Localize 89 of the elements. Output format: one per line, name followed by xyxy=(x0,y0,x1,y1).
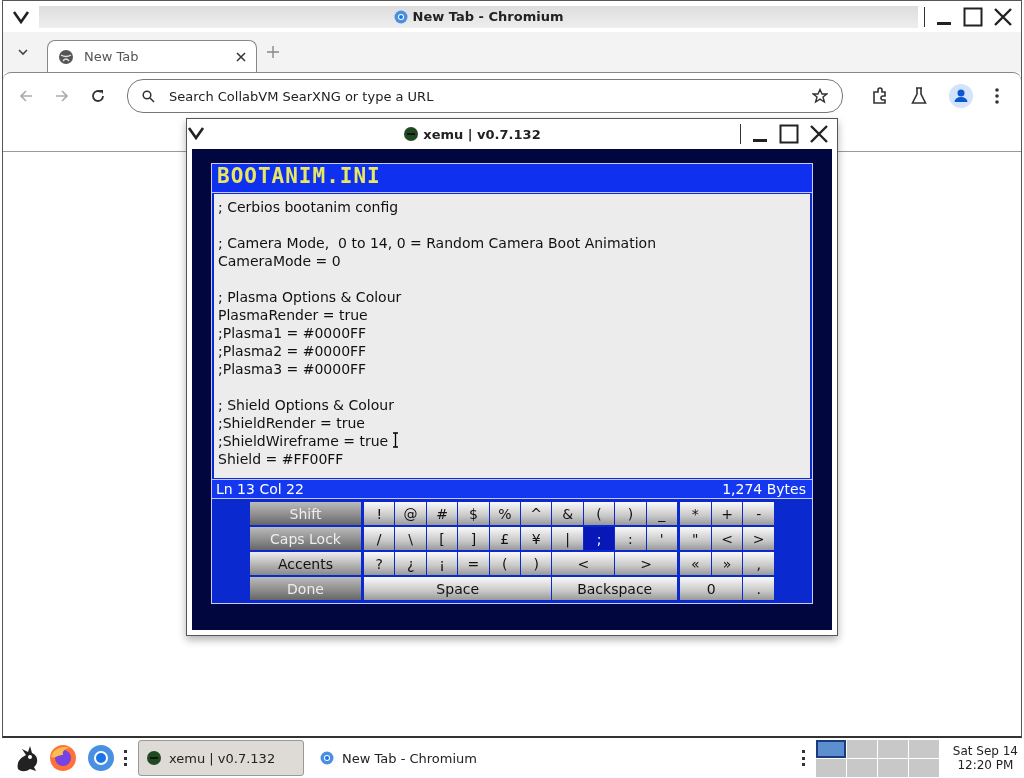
maximize-icon[interactable] xyxy=(779,124,799,144)
puzzle-icon[interactable] xyxy=(871,87,889,105)
keyboard-key[interactable]: ¿ xyxy=(395,552,426,575)
keyboard-key[interactable]: : xyxy=(615,527,646,550)
keyboard-key[interactable]: + xyxy=(711,502,743,525)
address-field[interactable]: Search CollabVM SearXNG or type a URL xyxy=(167,87,800,105)
keyboard-key[interactable]: £ xyxy=(489,527,520,550)
keyboard-key[interactable]: $ xyxy=(458,502,489,525)
keyboard-key[interactable]: < xyxy=(711,527,743,550)
window-title: xemu | v0.7.132 xyxy=(423,126,541,142)
flask-icon[interactable] xyxy=(911,87,927,105)
file-size: 1,274 Bytes xyxy=(722,481,806,497)
keyboard-key[interactable]: ( xyxy=(583,502,615,525)
star-icon[interactable] xyxy=(812,88,828,104)
keyboard-key[interactable]: , xyxy=(743,552,774,575)
chromium-icon xyxy=(393,9,408,24)
code-line: ; Shield Options & Colour xyxy=(218,397,394,413)
keyboard-key[interactable]: @ xyxy=(395,502,426,525)
keyboard-key[interactable]: Backspace xyxy=(552,577,677,600)
keyboard-key[interactable]: Space xyxy=(364,577,552,600)
close-icon[interactable] xyxy=(993,6,1013,27)
keyboard-key[interactable]: ^ xyxy=(521,502,552,525)
firefox-icon[interactable] xyxy=(48,743,78,773)
search-icon xyxy=(142,89,155,103)
keyboard-key[interactable]: > xyxy=(615,552,677,575)
cursor-position: Ln 13 Col 22 xyxy=(216,481,304,497)
menu-icon[interactable] xyxy=(995,88,999,104)
keyboard-key[interactable]: - xyxy=(743,502,774,525)
keyboard-key[interactable]: \ xyxy=(395,527,426,550)
keyboard-key[interactable]: < xyxy=(552,552,615,575)
chromium-icon xyxy=(320,751,334,765)
close-icon[interactable] xyxy=(236,51,246,62)
code-line: PlasmaRender = true xyxy=(218,307,368,323)
keyboard-key[interactable]: " xyxy=(680,527,711,550)
reload-icon[interactable] xyxy=(91,89,105,103)
code-line: ; Plasma Options & Colour xyxy=(218,289,402,305)
clock-date: Sat Sep 14 xyxy=(952,744,1018,758)
chromium-icon[interactable] xyxy=(86,743,116,773)
code-line: ;ShieldRender = true xyxy=(218,415,365,431)
keyboard-key[interactable]: ¥ xyxy=(521,527,552,550)
close-icon[interactable] xyxy=(809,124,829,144)
file-title: BOOTANIM.INI xyxy=(212,164,812,193)
text-cursor-icon xyxy=(392,432,399,448)
keyboard-key[interactable]: Accents xyxy=(250,552,361,575)
code-line: ;Plasma2 = #0000FF xyxy=(218,343,367,359)
keyboard-key[interactable]: # xyxy=(426,502,458,525)
tab-list-icon[interactable] xyxy=(17,48,29,56)
browser-tab[interactable]: New Tab xyxy=(47,40,257,72)
profile-icon[interactable] xyxy=(949,84,973,108)
code-line: ; Cerbios bootanim config xyxy=(218,199,399,215)
keyboard-key[interactable]: & xyxy=(552,502,583,525)
keyboard-key[interactable]: ) xyxy=(521,552,552,575)
code-line: ; Camera Mode, 0 to 14, 0 = Random Camera Boot Animation xyxy=(218,235,657,251)
keyboard-key[interactable]: » xyxy=(711,552,743,575)
code-line: ;Plasma3 = #0000FF xyxy=(218,361,367,377)
keyboard-key[interactable]: / xyxy=(364,527,395,550)
code-line: CameraMode = 0 xyxy=(218,253,341,269)
keyboard-key[interactable]: ¡ xyxy=(426,552,458,575)
keyboard-key[interactable]: ! xyxy=(364,502,395,525)
keyboard-key[interactable]: ? xyxy=(364,552,395,575)
keyboard-key[interactable]: * xyxy=(680,502,711,525)
code-line: ;Plasma1 = #0000FF xyxy=(218,325,367,341)
app-icon xyxy=(404,127,419,141)
keyboard-key[interactable]: ) xyxy=(615,502,646,525)
taskbar-task[interactable]: xemu | v0.7.132 xyxy=(138,740,304,776)
keyboard-key[interactable]: ( xyxy=(489,552,520,575)
clock-time: 12:20 PM xyxy=(957,758,1014,772)
keyboard-key[interactable]: ] xyxy=(458,527,489,550)
keyboard-key[interactable]: > xyxy=(743,527,774,550)
keyboard-key[interactable]: ' xyxy=(646,527,677,550)
keyboard-key[interactable]: % xyxy=(489,502,520,525)
address-bar[interactable]: Search CollabVM SearXNG or type a URL xyxy=(127,79,843,113)
taskbar-task[interactable]: New Tab - Chromium xyxy=(312,740,485,776)
keyboard-key[interactable]: ; xyxy=(583,527,615,550)
code-line: Shield = #FF00FF xyxy=(218,451,344,467)
keyboard-key[interactable]: | xyxy=(552,527,583,550)
keyboard-key[interactable]: « xyxy=(680,552,711,575)
keyboard-key[interactable]: . xyxy=(743,577,774,600)
keyboard-key[interactable]: [ xyxy=(426,527,458,550)
new-tab-icon[interactable] xyxy=(267,46,279,58)
window-title: New Tab - Chromium xyxy=(412,9,564,24)
code-line: ;ShieldWireframe = true xyxy=(218,433,389,449)
app-icon xyxy=(147,751,161,765)
keyboard-key[interactable]: _ xyxy=(646,502,677,525)
maximize-icon[interactable] xyxy=(963,6,983,27)
workspace-button[interactable] xyxy=(815,739,846,758)
text-area[interactable] xyxy=(214,194,810,478)
keyboard-key[interactable]: = xyxy=(458,552,489,575)
keyboard-key[interactable]: 0 xyxy=(680,577,743,600)
